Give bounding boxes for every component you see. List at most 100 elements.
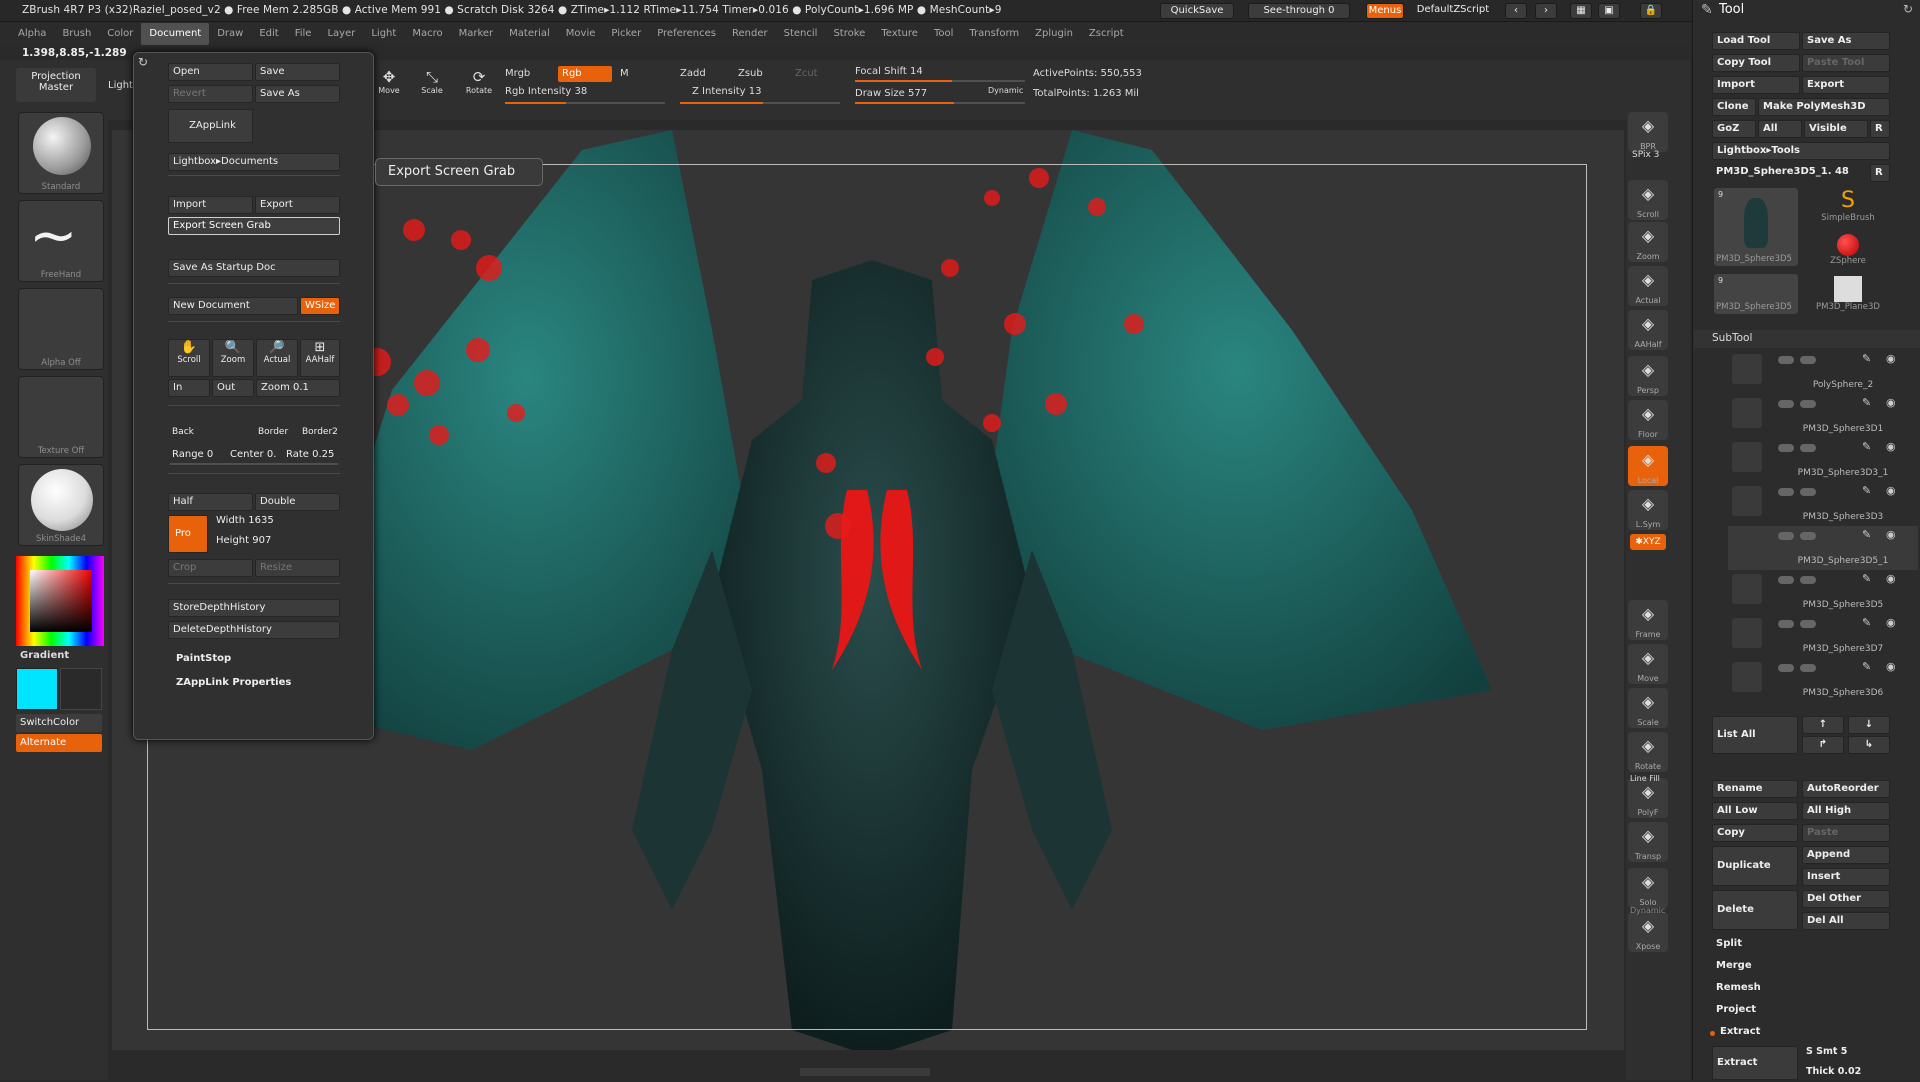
alpha-picker[interactable]: Alpha Off (18, 288, 104, 370)
goz-button[interactable]: GoZ (1712, 120, 1756, 138)
make-polymesh-button[interactable]: Make PolyMesh3D (1758, 98, 1890, 116)
subtool-polypaint-icon[interactable]: ✎ (1862, 528, 1871, 541)
menu-alpha[interactable]: Alpha (10, 23, 54, 45)
half-button[interactable]: Half (168, 493, 253, 511)
subtool-polypaint-icon[interactable]: ✎ (1862, 440, 1871, 453)
s-smt-slider[interactable]: S Smt 5 (1802, 1044, 1890, 1062)
menu-picker[interactable]: Picker (603, 23, 649, 45)
lightbox-tools-button[interactable]: Lightbox▸Tools (1712, 142, 1890, 160)
menus-button[interactable]: Menus (1366, 3, 1404, 19)
scroll-button[interactable]: ✋ Scroll (168, 339, 210, 377)
secondary-color-swatch[interactable] (60, 668, 102, 710)
subtool-toggle[interactable] (1778, 664, 1794, 672)
spix-slider[interactable]: SPix 3 (1632, 150, 1659, 160)
actual-button[interactable]: ◈ Actual (1628, 266, 1668, 306)
scroll-button[interactable]: ◈ Scroll (1628, 180, 1668, 220)
zadd-button[interactable]: Zadd (680, 68, 706, 79)
subtool-lock-toggle[interactable] (1800, 532, 1816, 540)
goz-all-button[interactable]: All (1758, 120, 1802, 138)
refresh-icon[interactable]: ↻ (138, 55, 148, 69)
visible-button[interactable]: Visible (1804, 120, 1868, 138)
subtool-visibility-icon[interactable]: ◉ (1886, 440, 1896, 453)
copy-tool-button[interactable]: Copy Tool (1712, 54, 1800, 72)
subtool-visibility-icon[interactable]: ◉ (1886, 660, 1896, 673)
subtool-toggle[interactable] (1778, 620, 1794, 628)
center-slider[interactable]: Center 0. (230, 449, 276, 460)
zapplink-button[interactable]: ZAppLink (168, 109, 253, 143)
layout-icon[interactable]: ▦ (1570, 3, 1592, 19)
subtool-visibility-icon[interactable]: ◉ (1886, 572, 1896, 585)
subtool-item[interactable]: ✎ ◉ PM3D_Sphere3D1 (1728, 394, 1918, 438)
subtool-visibility-icon[interactable]: ◉ (1886, 352, 1896, 365)
zoom-button[interactable]: 🔍 Zoom (212, 339, 254, 377)
import-button[interactable]: Import (168, 196, 253, 214)
range-slider[interactable]: Range 0 (172, 449, 213, 460)
project-section[interactable]: Project (1712, 1002, 1890, 1020)
move-button[interactable]: ◈ Move (1628, 644, 1668, 684)
subtool-toggle[interactable] (1778, 576, 1794, 584)
back-color[interactable]: Back (172, 427, 194, 437)
subtool-item[interactable]: ✎ ◉ PM3D_Sphere3D6 (1728, 658, 1918, 702)
subtool-polypaint-icon[interactable]: ✎ (1862, 572, 1871, 585)
menu-color[interactable]: Color (99, 23, 141, 45)
save-as-button[interactable]: Save As (1802, 32, 1890, 50)
copy-button[interactable]: Copy (1712, 824, 1798, 842)
menu-document[interactable]: Document (141, 23, 210, 45)
list-all-button[interactable]: List All (1712, 716, 1798, 754)
lightbox-documents-button[interactable]: Lightbox▸Documents (168, 153, 340, 171)
turn-up-icon[interactable]: ↱ (1802, 736, 1844, 754)
width-slider[interactable]: Width 1635 (216, 515, 274, 526)
paste-tool-button[interactable]: Paste Tool (1802, 54, 1890, 72)
subtool-polypaint-icon[interactable]: ✎ (1862, 660, 1871, 673)
subtool-toggle[interactable] (1778, 444, 1794, 452)
solo-button[interactable]: ◈ Solo (1628, 868, 1668, 908)
menu-stencil[interactable]: Stencil (776, 23, 826, 45)
menu-render[interactable]: Render (724, 23, 776, 45)
default-zscript-button[interactable]: DefaultZScript (1408, 3, 1498, 19)
alternate-button[interactable]: Alternate (16, 734, 102, 752)
subtool-item[interactable]: ✎ ◉ PM3D_Sphere3D7 (1728, 614, 1918, 658)
subtool-item[interactable]: ✎ ◉ PolySphere_2 (1728, 350, 1918, 394)
menu-material[interactable]: Material (501, 23, 558, 45)
thick-slider[interactable]: Thick 0.02 (1802, 1064, 1890, 1082)
merge-section[interactable]: Merge (1712, 958, 1890, 976)
height-slider[interactable]: Height 907 (216, 535, 271, 546)
move-up-icon[interactable]: ↑ (1802, 716, 1844, 734)
subtool-item[interactable]: ✎ ◉ PM3D_Sphere3D5 (1728, 570, 1918, 614)
split-section[interactable]: Split (1712, 936, 1890, 954)
clone-button[interactable]: Clone (1712, 98, 1756, 116)
mrgb-button[interactable]: Mrgb (505, 68, 530, 79)
subtool-visibility-icon[interactable]: ◉ (1886, 484, 1896, 497)
move-icon[interactable]: ✥ Move (375, 68, 403, 102)
rotate-icon[interactable]: ⟳ Rotate (462, 68, 496, 102)
menu-layer[interactable]: Layer (319, 23, 363, 45)
menu-preferences[interactable]: Preferences (649, 23, 724, 45)
xpose-button[interactable]: ◈ Xpose (1628, 912, 1668, 952)
menu-movie[interactable]: Movie (558, 23, 604, 45)
extract-section[interactable]: Extract (1716, 1024, 1890, 1042)
subtool-lock-toggle[interactable] (1800, 620, 1816, 628)
menu-brush[interactable]: Brush (54, 23, 99, 45)
tool-thumbnail-current[interactable]: 9 PM3D_Sphere3D5 (1714, 188, 1798, 266)
material-picker[interactable]: SkinShade4 (18, 464, 104, 546)
polyf-button[interactable]: ◈ PolyF (1628, 778, 1668, 818)
persp-button[interactable]: ◈ Persp (1628, 356, 1668, 396)
lock-icon[interactable]: 🔒 (1640, 3, 1662, 19)
subtool-lock-toggle[interactable] (1800, 664, 1816, 672)
rename-button[interactable]: Rename (1712, 780, 1798, 798)
wsize-button[interactable]: WSize (300, 297, 340, 315)
r-button[interactable]: R (1870, 120, 1890, 138)
see-through-slider[interactable]: See-through 0 (1248, 3, 1350, 19)
move-down-icon[interactable]: ↓ (1848, 716, 1890, 734)
projection-master-button[interactable]: Projection Master (16, 68, 96, 102)
subtool-item[interactable]: ✎ ◉ PM3D_Sphere3D3 (1728, 482, 1918, 526)
menu-texture[interactable]: Texture (873, 23, 926, 45)
tool-thumbnail-2[interactable]: 9 PM3D_Sphere3D5 (1714, 274, 1798, 314)
zsub-button[interactable]: Zsub (738, 68, 763, 79)
autoreorder-button[interactable]: AutoReorder (1802, 780, 1890, 798)
save-as-button[interactable]: Save As (255, 85, 340, 103)
revert-button[interactable]: Revert (168, 85, 253, 103)
prev-icon[interactable]: ‹ (1505, 3, 1527, 19)
subtool-lock-toggle[interactable] (1800, 356, 1816, 364)
subtool-item[interactable]: ✎ ◉ PM3D_Sphere3D5_1 (1728, 526, 1918, 570)
